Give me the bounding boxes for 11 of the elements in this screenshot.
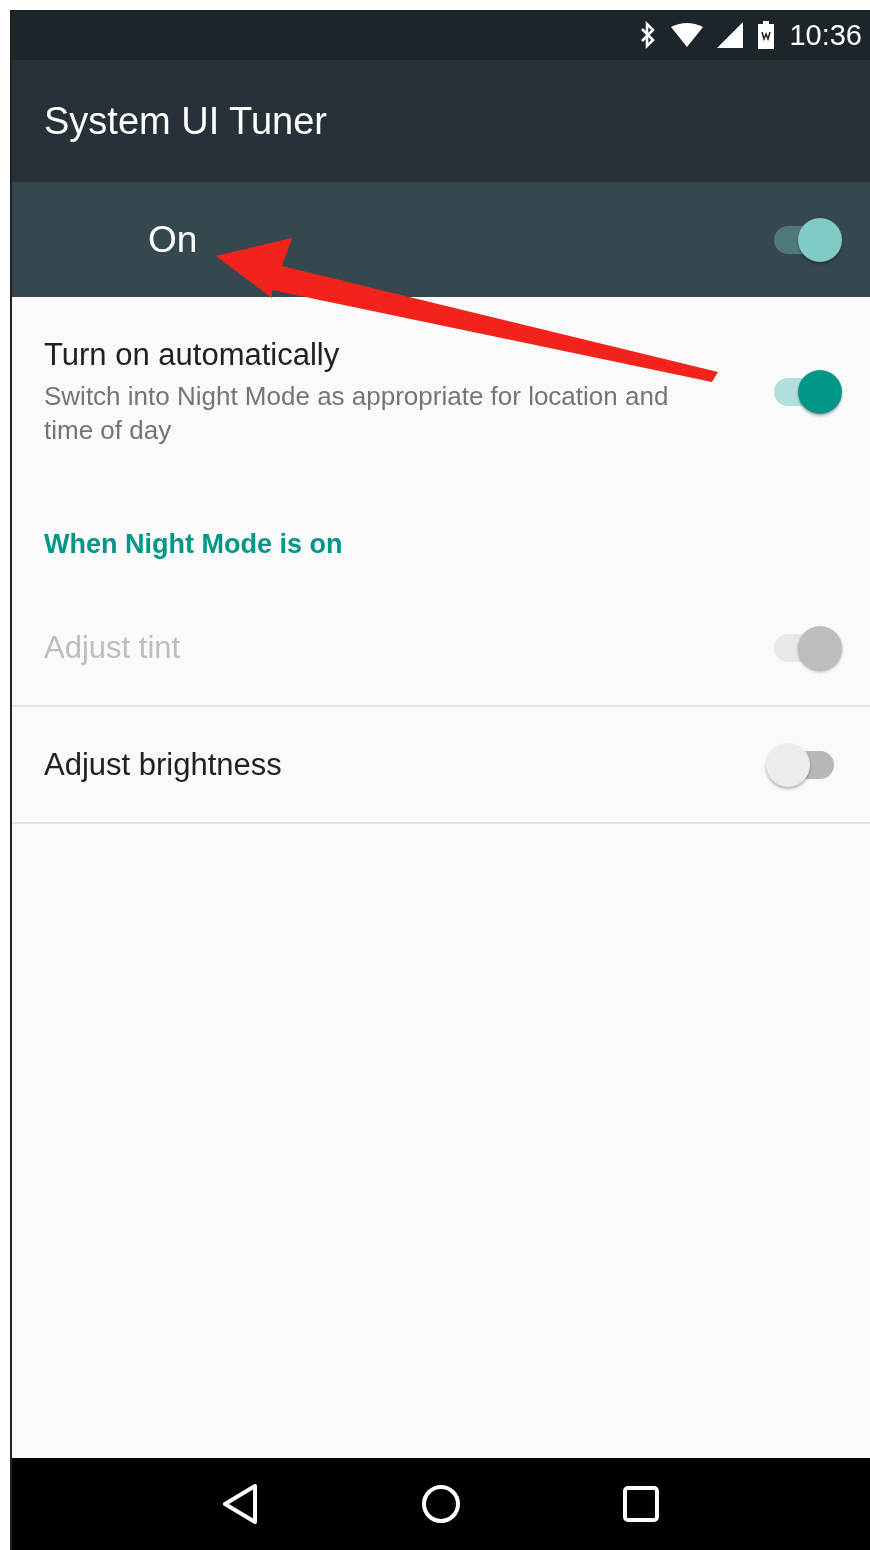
category-header: When Night Mode is on: [43, 528, 344, 561]
setting-summary: Switch into Night Mode as appropriate for location and time of day: [44, 380, 670, 447]
setting-title: Adjust brightness: [44, 746, 282, 783]
wifi-icon: [671, 23, 704, 47]
status-time: 10:36: [789, 18, 862, 52]
signal-icon: [717, 22, 744, 48]
setting-title: Turn on automatically: [44, 337, 341, 373]
setting-title: Adjust tint: [44, 629, 181, 666]
app-title: System UI Tuner: [44, 99, 327, 143]
battery-icon: [757, 21, 776, 49]
master-switch-label: On: [148, 218, 198, 261]
